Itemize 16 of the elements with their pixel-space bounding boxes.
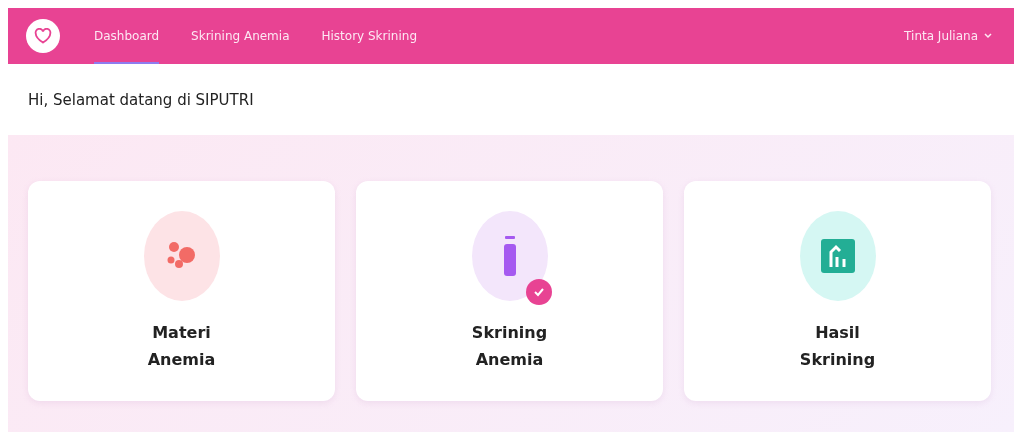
nav-link[interactable]: History Skrining [321, 8, 417, 64]
user-menu[interactable]: Tinta Juliana [904, 29, 992, 43]
chart-icon [820, 239, 855, 273]
nav-link[interactable]: Dashboard [94, 8, 160, 64]
heart-logo-icon[interactable] [26, 19, 60, 53]
menu-card[interactable]: Skrining Anemia [356, 181, 663, 401]
blobs-icon [166, 241, 197, 271]
card-title: Skrining Anemia [471, 322, 548, 371]
menu-card[interactable]: Hasil Skrining [684, 181, 991, 401]
test-tube-icon [502, 236, 517, 276]
menu-card[interactable]: Materi Anemia [28, 181, 335, 401]
greeting-text: Hi, Selamat datang di SIPUTRI [27, 90, 255, 111]
nav-link[interactable]: Skrining Anemia [191, 8, 290, 64]
chevron-down-icon [984, 33, 992, 39]
card-title: Materi Anemia [147, 322, 216, 371]
card-title: Hasil Skrining [799, 322, 876, 371]
